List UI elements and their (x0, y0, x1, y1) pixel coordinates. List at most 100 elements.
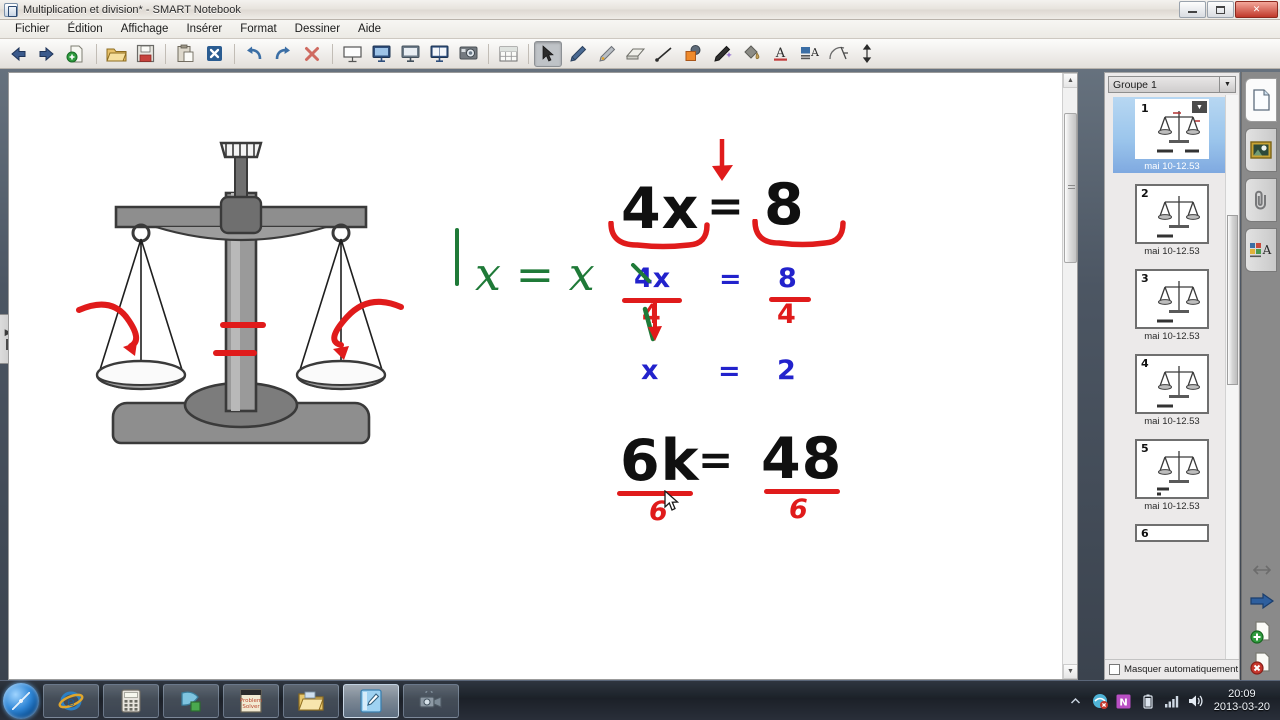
menu-edition[interactable]: Édition (59, 21, 112, 37)
redo-icon[interactable] (269, 41, 297, 67)
taskbar-camera[interactable] (403, 683, 459, 718)
save-icon[interactable] (131, 41, 159, 67)
calculator-icon (121, 688, 141, 713)
page-sorter-tab[interactable] (1245, 78, 1277, 122)
show-hidden-icons-icon[interactable] (1068, 693, 1084, 709)
page-thumbnail-5[interactable]: 5 mai 10-12.53 (1113, 437, 1231, 513)
line-icon[interactable] (650, 41, 678, 67)
text-icon[interactable]: A (766, 41, 794, 67)
window-titlebar: Multiplication et division* - SMART Note… (0, 0, 1280, 20)
page-thumbnail-4[interactable]: 4 mai 10-12.53 (1113, 352, 1231, 428)
page-thumbnail-6[interactable]: 6 (1113, 522, 1231, 543)
add-page-icon[interactable] (62, 41, 90, 67)
system-tray: N 20:09 2013-03-20 (1068, 681, 1276, 720)
page-thumbnail-3[interactable]: 3 mai 10-12.53 (1113, 267, 1231, 343)
scroll-down-icon[interactable]: ▼ (1063, 664, 1077, 679)
solution-x: x (641, 355, 659, 386)
screen-capture-icon[interactable] (454, 41, 482, 67)
group-dropdown[interactable]: Groupe 1 ▼ (1108, 76, 1236, 93)
equation2-denominator-left: 6 (649, 496, 668, 527)
taskbar-clock[interactable]: 20:09 2013-03-20 (1214, 688, 1270, 714)
page-canvas[interactable]: 4x = 8 4x 4 = 8 4 x = 2 x = x 6k = 48 6 … (8, 72, 1078, 680)
chevron-down-icon[interactable]: ▼ (1219, 77, 1235, 92)
svg-text:N: N (1120, 697, 1128, 708)
select-arrow-icon[interactable] (534, 40, 562, 67)
smart-notebook-icon (360, 688, 382, 713)
menu-fichier[interactable]: Fichier (6, 21, 59, 37)
move-toolbar-icon[interactable] (853, 41, 881, 67)
auto-hide-row[interactable]: Masquer automatiquement (1105, 659, 1239, 679)
thumbnail-preview: 6 (1135, 524, 1209, 542)
measurement-tools-icon[interactable] (824, 41, 852, 67)
creative-pen-icon[interactable] (592, 41, 620, 67)
thumbnail-caption: mai 10-12.53 (1144, 416, 1200, 427)
pen-icon[interactable] (563, 41, 591, 67)
arrow-right-icon[interactable] (1248, 588, 1276, 614)
page-thumbnail-2[interactable]: 2 mai 10-12.53 (1113, 182, 1231, 258)
menu-inserer[interactable]: Insérer (177, 21, 231, 37)
onenote-tray-icon[interactable]: N (1116, 693, 1132, 709)
start-button[interactable] (3, 682, 39, 719)
table-icon[interactable] (494, 41, 522, 67)
network-icon[interactable] (1164, 693, 1180, 709)
dual-page-icon[interactable] (425, 41, 453, 67)
green-vertical-stroke (455, 228, 459, 286)
auto-hide-label: Masquer automatiquement (1124, 664, 1239, 675)
sidebar-scrollbar[interactable] (1225, 95, 1238, 659)
paste-icon[interactable] (171, 41, 199, 67)
thumbnail-menu-icon[interactable]: ▼ (1192, 101, 1207, 113)
maximize-button[interactable] (1207, 1, 1234, 18)
thumbnail-preview: 2 (1135, 184, 1209, 244)
canvas-scrollbar-vertical[interactable]: ▲ ▼ (1062, 73, 1077, 679)
menu-format[interactable]: Format (231, 21, 285, 37)
battery-icon[interactable] (1140, 693, 1156, 709)
taskbar-explorer-folder[interactable] (283, 683, 339, 718)
open-folder-icon[interactable] (102, 41, 130, 67)
taskbar-smart-notebook[interactable] (343, 683, 399, 718)
taskbar-internet-explorer[interactable]: e (43, 683, 99, 718)
smart-board-tray-icon[interactable] (1092, 693, 1108, 709)
taskbar-smart-tools[interactable] (163, 683, 219, 718)
back-icon[interactable] (4, 41, 32, 67)
transparent-background-icon[interactable] (396, 41, 424, 67)
eraser-icon[interactable] (621, 41, 649, 67)
equation2-48: 48 (761, 426, 843, 492)
magic-pen-icon[interactable] (708, 41, 736, 67)
move-panel-icon[interactable] (1248, 557, 1276, 583)
canvas-scroll-thumb[interactable] (1064, 113, 1077, 263)
close-button[interactable]: ✕ (1235, 1, 1278, 18)
full-screen-icon[interactable] (367, 41, 395, 67)
text-properties-icon[interactable]: A (795, 41, 823, 67)
thumbnail-scale-icon (1157, 111, 1200, 153)
sidebar-scroll-thumb[interactable] (1227, 215, 1238, 385)
cut-icon[interactable] (200, 41, 228, 67)
taskbar-calculator[interactable] (103, 683, 159, 718)
page-thumbnail-1[interactable]: 1 ▼ mai 10-12.53 (1113, 97, 1231, 173)
delete-page-red-icon[interactable] (1248, 650, 1276, 676)
add-page-green-icon[interactable] (1248, 619, 1276, 645)
undo-icon[interactable] (240, 41, 268, 67)
auto-hide-checkbox[interactable] (1109, 664, 1120, 675)
menu-dessiner[interactable]: Dessiner (286, 21, 349, 37)
page-thumbnail-list[interactable]: 1 ▼ mai 10-12.53 2 mai 10-12.53 3 mai 10… (1105, 95, 1239, 659)
thumbnail-preview: 1 ▼ (1135, 99, 1209, 159)
fill-bucket-icon[interactable] (737, 41, 765, 67)
screen-shade-icon[interactable] (338, 41, 366, 67)
smart-tools-icon (181, 690, 201, 712)
volume-icon[interactable] (1188, 693, 1204, 709)
attachments-tab[interactable] (1245, 178, 1277, 222)
delete-icon[interactable] (298, 41, 326, 67)
forward-icon[interactable] (33, 41, 61, 67)
gallery-tab[interactable] (1245, 128, 1277, 172)
scroll-up-icon[interactable]: ▲ (1063, 73, 1077, 88)
menu-affichage[interactable]: Affichage (112, 21, 178, 37)
shapes-icon[interactable] (679, 41, 707, 67)
thumbnail-scale-icon (1157, 366, 1200, 408)
minimize-button[interactable] (1179, 1, 1206, 18)
equation2-equals: = (698, 435, 735, 484)
menu-aide[interactable]: Aide (349, 21, 390, 37)
fraction-numerator-right: 8 (778, 263, 797, 294)
properties-tab[interactable]: A (1245, 228, 1277, 272)
taskbar-problem-solver[interactable]: Problem Solver (223, 683, 279, 718)
thumbnail-caption: mai 10-12.53 (1144, 246, 1200, 257)
